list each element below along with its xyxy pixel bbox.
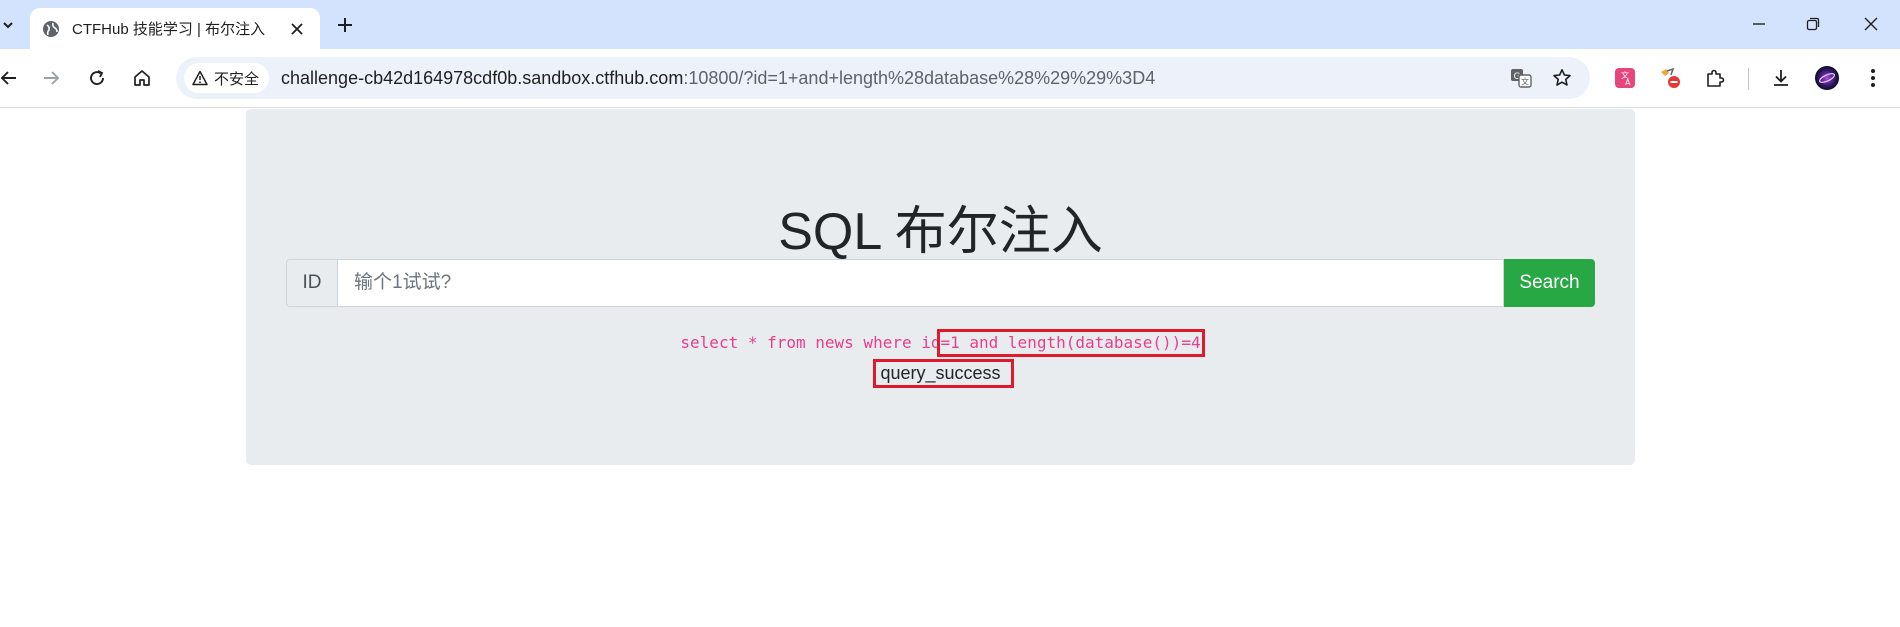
- highlight-box-result: [873, 359, 1014, 388]
- profile-button[interactable]: [1812, 63, 1842, 93]
- svg-text:文: 文: [1521, 77, 1529, 87]
- browser-menu-button[interactable]: [1858, 63, 1888, 93]
- security-label: 不安全: [214, 70, 260, 88]
- tab-title: CTFHub 技能学习 | 布尔注入: [72, 21, 266, 38]
- tab-search-button[interactable]: [0, 12, 16, 38]
- warning-icon: [192, 70, 208, 86]
- reload-icon: [90, 70, 104, 85]
- globe-icon: [42, 20, 60, 38]
- translate-button[interactable]: G文: [1506, 63, 1536, 93]
- translate-icon: G文: [1511, 69, 1532, 88]
- forward-button[interactable]: [36, 63, 66, 93]
- chevron-down-icon: [3, 22, 13, 29]
- active-tab[interactable]: CTFHub 技能学习 | 布尔注入: [30, 8, 320, 49]
- id-input[interactable]: [337, 259, 1504, 307]
- arrow-left-icon: [0, 71, 16, 85]
- extension-blocker-button[interactable]: [1655, 63, 1685, 93]
- jumbotron: SQL 布尔注入 ID Search select * from news wh…: [246, 109, 1635, 465]
- restore-button[interactable]: [1790, 8, 1836, 40]
- minimize-button[interactable]: [1736, 8, 1782, 40]
- arrow-right-icon: [44, 71, 60, 85]
- home-icon: [134, 70, 150, 86]
- star-icon: [1553, 69, 1571, 86]
- bookmark-button[interactable]: [1547, 63, 1577, 93]
- tab-strip: CTFHub 技能学习 | 布尔注入: [0, 0, 1900, 49]
- close-icon: [1864, 17, 1878, 31]
- close-icon: [291, 22, 303, 35]
- reload-button[interactable]: [82, 63, 112, 93]
- extensions-button[interactable]: [1700, 63, 1730, 93]
- browser-toolbar: 不安全 challenge-cb42d164978cdf0b.sandbox.c…: [0, 49, 1900, 108]
- address-bar[interactable]: 不安全 challenge-cb42d164978cdf0b.sandbox.c…: [176, 57, 1590, 99]
- search-form: ID Search: [286, 259, 1595, 307]
- download-icon: [1774, 70, 1788, 86]
- downloads-button[interactable]: [1766, 63, 1796, 93]
- restore-icon: [1806, 17, 1820, 31]
- toolbar-separator: [1748, 68, 1749, 90]
- url-path: :10800/?id=1+and+length%28database%28%29…: [683, 67, 1156, 88]
- more-vertical-icon: [1871, 69, 1875, 87]
- minimize-icon: [1753, 23, 1765, 25]
- avatar: [1815, 66, 1839, 90]
- home-button[interactable]: [127, 63, 157, 93]
- translate-extension-icon: 文A: [1615, 68, 1635, 88]
- highlight-box-injection: [937, 329, 1205, 357]
- back-button[interactable]: [0, 63, 24, 93]
- plus-icon: [338, 18, 352, 32]
- id-prepend-label: ID: [286, 259, 337, 307]
- page-title: SQL 布尔注入: [778, 203, 1103, 261]
- search-button[interactable]: Search: [1504, 259, 1595, 307]
- puzzle-icon: [1707, 69, 1725, 87]
- url-text[interactable]: challenge-cb42d164978cdf0b.sandbox.ctfhu…: [281, 68, 1155, 89]
- close-window-button[interactable]: [1848, 8, 1894, 40]
- svg-text:A: A: [1625, 78, 1631, 87]
- blocked-extension-icon: [1661, 67, 1680, 88]
- url-host: challenge-cb42d164978cdf0b.sandbox.ctfhu…: [281, 67, 684, 88]
- extension-translate-button[interactable]: 文A: [1610, 63, 1640, 93]
- new-tab-button[interactable]: [332, 12, 358, 38]
- tab-close-button[interactable]: [286, 18, 308, 40]
- security-chip[interactable]: 不安全: [184, 63, 270, 93]
